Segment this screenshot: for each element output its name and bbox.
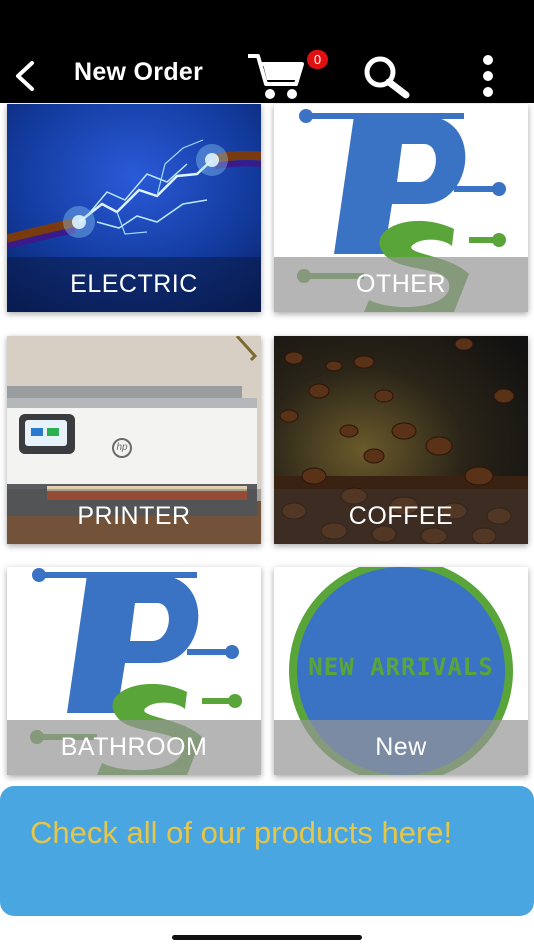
category-tile-coffee[interactable]: COFFEE: [274, 336, 528, 544]
search-icon: [364, 56, 410, 99]
all-products-banner-text: Check all of our products here!: [30, 815, 453, 850]
category-tile-bathroom[interactable]: BATHROOM: [7, 567, 261, 775]
category-tile-new[interactable]: NEW ARRIVALS New: [274, 567, 528, 775]
category-tile-other[interactable]: OTHER: [274, 104, 528, 312]
search-button[interactable]: [362, 55, 414, 99]
new-order-screen: New Order 0 ELECTRIC OTHER hp PRINTER CO…: [0, 0, 534, 950]
more-vertical-icon: [483, 55, 493, 97]
cart-button[interactable]: [246, 50, 310, 102]
cart-icon: [248, 54, 304, 99]
top-bar: New Order 0: [0, 0, 534, 103]
category-label-other: OTHER: [274, 257, 528, 312]
back-arrow-icon: [16, 61, 34, 91]
home-indicator: [172, 935, 362, 940]
category-label-printer: PRINTER: [7, 489, 261, 544]
category-label-new: New: [274, 720, 528, 775]
all-products-banner[interactable]: Check all of our products here!: [0, 786, 534, 916]
page-title: New Order: [74, 58, 204, 86]
cart-count-badge: 0: [307, 50, 328, 69]
category-label-coffee: COFFEE: [274, 489, 528, 544]
new-arrivals-badge-text: NEW ARRIVALS: [308, 653, 494, 681]
category-tile-printer[interactable]: hp PRINTER: [7, 336, 261, 544]
back-button[interactable]: [8, 54, 44, 98]
printer-brand-logo: hp: [116, 442, 128, 453]
more-options-button[interactable]: [472, 54, 504, 98]
category-label-bathroom: BATHROOM: [7, 720, 261, 775]
category-tile-electric[interactable]: ELECTRIC: [7, 104, 261, 312]
category-label-electric: ELECTRIC: [7, 257, 261, 312]
